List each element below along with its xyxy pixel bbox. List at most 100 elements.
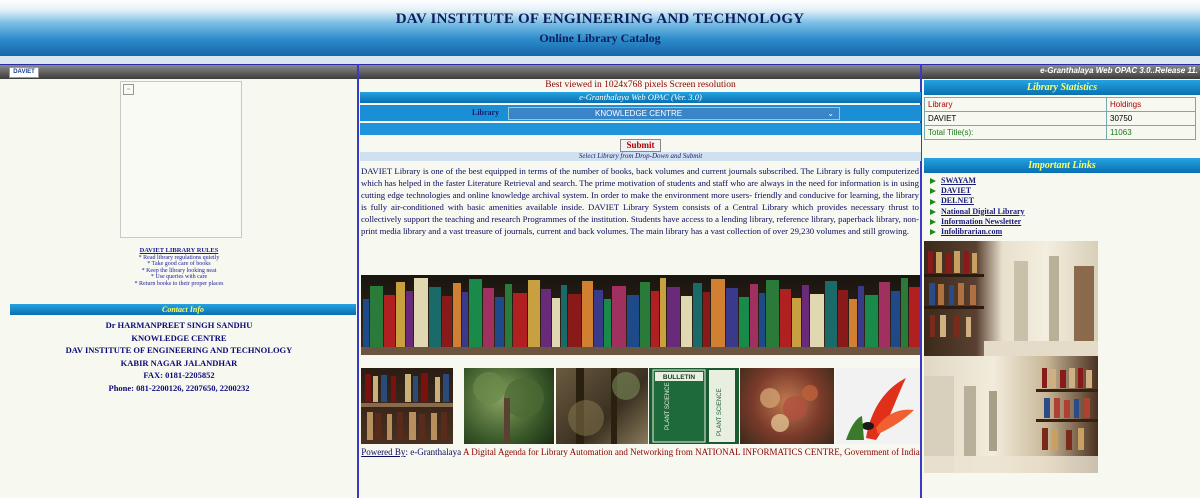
list-item: Infolibrarian.com xyxy=(930,227,1025,237)
book-spine xyxy=(552,298,560,347)
book-spine xyxy=(792,298,801,347)
important-links-header: Important Links xyxy=(924,158,1200,173)
book-spine xyxy=(766,280,779,347)
book-spine xyxy=(541,289,551,347)
book-spine xyxy=(462,292,468,347)
powered-description: A Digital Agenda for Library Automation … xyxy=(462,447,920,457)
book-spine xyxy=(568,294,581,347)
broken-image-icon: ▫ xyxy=(123,84,134,95)
book-spine xyxy=(750,284,758,347)
daviet-logo[interactable]: DAVIET xyxy=(9,67,39,78)
book-spine xyxy=(363,299,369,347)
book-spine xyxy=(396,282,405,347)
list-item: National Digital Library xyxy=(930,207,1025,217)
book-spine xyxy=(703,292,710,347)
opac-title-bar: e-Granthalaya Web OPAC (Ver. 3.0) xyxy=(360,92,921,103)
library-statistics-header: Library Statistics xyxy=(924,80,1200,95)
arrow-right-icon xyxy=(930,218,936,225)
powered-by-link[interactable]: Powered By xyxy=(361,447,405,457)
best-viewed-note: Best viewed in 1024x768 pixels Screen re… xyxy=(545,80,736,90)
right-column: Library Statistics Library Holdings DAVI… xyxy=(922,78,1200,498)
book-spine xyxy=(667,287,680,347)
contact-line: KABIR NAGAR JALANDHAR xyxy=(120,357,238,368)
book-spine xyxy=(528,280,540,347)
total-titles-label: Total Title(s): xyxy=(924,125,1107,140)
main-column: Best viewed in 1024x768 pixels Screen re… xyxy=(360,78,921,498)
submit-row: Submit xyxy=(360,135,921,152)
book-spine xyxy=(849,299,857,347)
broken-image: ▫ xyxy=(120,81,242,238)
arrow-right-icon xyxy=(930,178,936,185)
thumb-plant-science-bulletin: BULLETIN PLANT SCIENCE PLANT SCIENCE xyxy=(649,368,739,444)
book-spine xyxy=(604,299,611,347)
list-item: Information Newsletter xyxy=(930,217,1025,227)
link-daviet[interactable]: DAVIET xyxy=(941,186,971,195)
thumb-tree xyxy=(464,368,554,444)
book-spine xyxy=(891,291,900,347)
thumb-forest xyxy=(556,368,648,444)
book-spine xyxy=(681,296,692,347)
link-delnet[interactable]: DELNET xyxy=(941,196,974,205)
library-select[interactable]: KNOWLEDGE CENTRE ⌄ xyxy=(508,107,840,120)
submit-button[interactable]: Submit xyxy=(620,139,661,152)
book-spine xyxy=(582,281,593,347)
book-spine xyxy=(483,288,494,347)
site-header: DAV INSTITUTE OF ENGINEERING AND TECHNOL… xyxy=(0,0,1200,56)
link-swayam[interactable]: SWAYAM xyxy=(941,176,976,185)
book-spine xyxy=(469,279,482,347)
book-spine xyxy=(825,281,837,347)
link-infolibrarian[interactable]: Infolibrarian.com xyxy=(941,227,1002,236)
table-row-total: Total Title(s): 11063 xyxy=(924,125,1196,140)
book-spine xyxy=(739,297,749,347)
plant-science-text-2: PLANT SCIENCE xyxy=(717,388,723,436)
book-spine xyxy=(513,293,527,347)
table-header-row: Library Holdings xyxy=(924,97,1196,112)
important-links-list: SWAYAM DAVIET DELNET National Digital Li… xyxy=(930,176,1025,237)
book-spine xyxy=(810,294,824,347)
powered-product: e-Granthalaya xyxy=(410,447,462,457)
powered-by-footer: Powered By: e-Granthalaya A Digital Agen… xyxy=(361,447,920,457)
list-item: SWAYAM xyxy=(930,176,1025,186)
contact-line: FAX: 0181-2205852 xyxy=(143,370,215,380)
thumbnail-strip: BULLETIN PLANT SCIENCE PLANT SCIENCE xyxy=(361,368,920,444)
book-spine xyxy=(726,288,738,347)
book-spine xyxy=(406,291,413,347)
library-interior-image-2 xyxy=(924,356,1098,473)
library-select-row: Library KNOWLEDGE CENTRE ⌄ xyxy=(360,105,921,121)
column-header-holdings: Holdings xyxy=(1106,97,1196,112)
book-spine xyxy=(561,285,567,347)
select-hint: Select Library from Drop-Down and Submit xyxy=(360,152,921,161)
book-spine xyxy=(370,286,383,347)
column-header-library: Library xyxy=(924,97,1107,112)
stat-library-name: DAVIET xyxy=(924,111,1107,126)
site-title: DAV INSTITUTE OF ENGINEERING AND TECHNOL… xyxy=(395,11,805,27)
book-spine xyxy=(495,297,504,347)
release-text: e-Granthalaya Web OPAC 3.0..Release 11. xyxy=(1040,66,1198,75)
book-spine xyxy=(780,289,791,347)
link-national-digital-library[interactable]: National Digital Library xyxy=(941,207,1025,216)
arrow-right-icon xyxy=(930,198,936,205)
contact-line: DAV INSTITUTE OF ENGINEERING AND TECHNOL… xyxy=(65,345,293,355)
stat-holdings-value: 30750 xyxy=(1106,111,1196,126)
book-spine xyxy=(838,290,848,347)
book-spine xyxy=(453,283,461,347)
library-description: DAVIET Library is one of the best equipp… xyxy=(361,166,919,236)
book-spine xyxy=(429,287,441,347)
book-spine xyxy=(879,282,890,347)
contact-line: Phone: 081-2200126, 2207650, 2200232 xyxy=(108,382,250,393)
library-label: Library xyxy=(472,108,500,117)
bookshelf-illustration xyxy=(361,278,920,355)
arrow-right-icon xyxy=(930,229,936,236)
book-spine xyxy=(909,287,920,347)
book-spine xyxy=(858,286,864,347)
book-spine xyxy=(759,293,765,347)
site-subtitle: Online Library Catalog xyxy=(539,31,661,45)
bookshelf-banner-image xyxy=(361,275,920,355)
book-spine xyxy=(802,285,809,347)
link-information-newsletter[interactable]: Information Newsletter xyxy=(941,217,1021,226)
rule-item: * Return books to their proper places xyxy=(134,280,224,287)
thumb-fruits xyxy=(740,368,834,444)
book-spine xyxy=(693,283,702,347)
book-spine xyxy=(660,278,666,347)
plant-science-text: PLANT SCIENCE xyxy=(665,382,671,430)
